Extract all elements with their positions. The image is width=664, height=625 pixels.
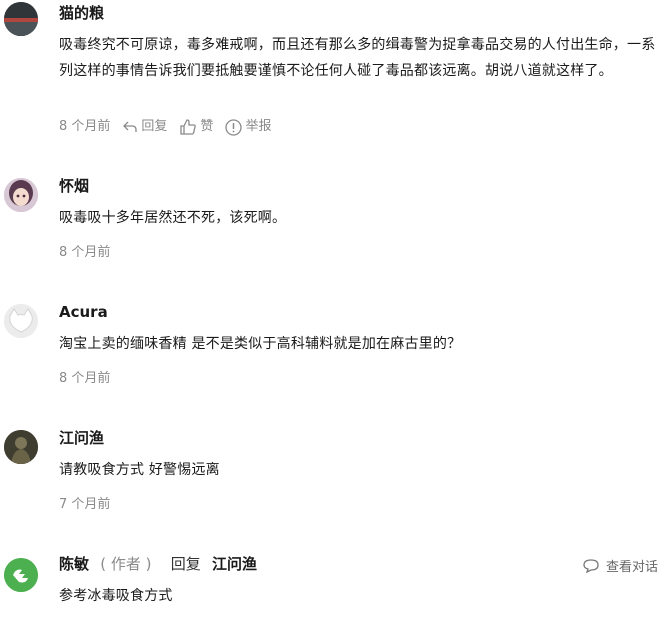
avatar-image: [4, 2, 38, 36]
comment-text: 参考冰毒吸食方式: [59, 588, 173, 604]
chat-bubble-icon: [583, 558, 599, 573]
reply-target-name[interactable]: 江问渔: [212, 555, 257, 573]
comment-time: 7 个月前: [59, 497, 111, 512]
comment-text: 淘宝上卖的缅味香精 是不是类似于高科辅料就是加在麻古里的？: [59, 336, 462, 352]
reply-button[interactable]: 回复: [122, 117, 167, 137]
comment-item: 陈敏 ( 作者 ) 回复 江问渔 查看对话 参考冰毒吸食方式: [0, 548, 664, 625]
comment-text: 吸毒吸十多年居然还不死，该死啊。: [59, 210, 287, 226]
view-conversation-label: 查看对话: [605, 560, 658, 575]
comment-meta: 8 个月前: [59, 369, 110, 389]
comment-author-line: 陈敏 ( 作者 ) 回复 江问渔: [59, 553, 257, 575]
avatar-image: [4, 178, 38, 212]
avatar[interactable]: [4, 178, 38, 212]
avatar[interactable]: [4, 304, 38, 338]
comment-item: 猫的粮 吸毒终究不可原谅，毒多难戒啊，而且还有那么多的缉毒警为捉拿毒品交易的人付…: [0, 0, 664, 150]
comment-text: 请教吸食方式 好警惕远离: [59, 462, 220, 478]
comment-author-name[interactable]: 怀烟: [59, 175, 89, 197]
reply-to-label: 回复: [170, 555, 201, 573]
comment-author-name[interactable]: 陈敏: [59, 555, 89, 573]
comment-time: 8 个月前: [59, 245, 111, 260]
report-label: 举报: [245, 119, 272, 134]
reply-label: 回复: [141, 119, 168, 134]
comment-author-name[interactable]: 猫的粮: [59, 2, 104, 24]
comment-meta: 7 个月前: [59, 495, 110, 515]
comment-time: 8 个月前: [59, 119, 111, 134]
comment-item: Acura 淘宝上卖的缅味香精 是不是类似于高科辅料就是加在麻古里的？ 8 个月…: [0, 296, 664, 396]
comment-item: 怀烟 吸毒吸十多年居然还不死，该死啊。 8 个月前: [0, 170, 664, 270]
avatar[interactable]: [4, 2, 38, 36]
view-conversation-button[interactable]: 查看对话: [582, 556, 658, 575]
like-label: 赞: [200, 119, 214, 134]
avatar-image: [4, 430, 38, 464]
comment-text: 吸毒终究不可原谅，毒多难戒啊，而且还有那么多的缉毒警为捉拿毒品交易的人付出生命，…: [59, 37, 656, 79]
comment-item: 江问渔 请教吸食方式 好警惕远离 7 个月前: [0, 422, 664, 522]
avatar-image: [4, 304, 38, 338]
comment-meta: 8 个月前: [59, 243, 110, 263]
comment-meta: 8 个月前 回复 赞 举报: [59, 117, 271, 137]
warning-circle-icon: [225, 118, 243, 136]
like-button[interactable]: 赞: [179, 117, 213, 137]
avatar[interactable]: [4, 558, 38, 592]
comment-author-name[interactable]: 江问渔: [59, 427, 104, 449]
thumbs-up-icon: [180, 119, 197, 135]
author-tag: ( 作者 ): [100, 555, 152, 573]
reply-icon: [123, 121, 138, 132]
comment-time: 8 个月前: [59, 371, 111, 386]
avatar[interactable]: [4, 430, 38, 464]
report-button[interactable]: 举报: [225, 117, 271, 137]
avatar-image: [4, 558, 38, 592]
comment-author-name[interactable]: Acura: [59, 301, 108, 323]
